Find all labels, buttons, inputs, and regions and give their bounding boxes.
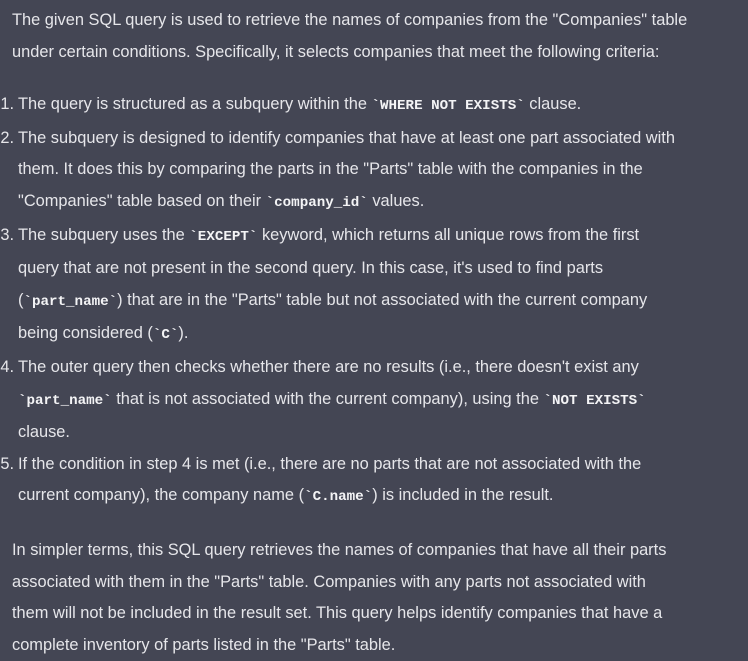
summary-line: complete inventory of parts listed in th… [12,635,396,654]
list-number: 1. [0,95,14,114]
item-text: The subquery uses the [18,225,190,244]
assistant-message: The given SQL query is used to retrieve … [0,5,748,661]
item-text: The subquery is designed to identify com… [18,128,675,147]
intro-line: The given SQL query is used to retrieve … [12,11,688,29]
inline-code: `C` [152,327,179,344]
list-number: 3. [0,225,14,244]
item-text: values. [367,191,425,210]
item-text: query that are not present in the second… [18,259,604,278]
item-text: that is not associated with the current … [111,389,544,408]
summary-line: In simpler terms, this SQL query retriev… [12,540,667,559]
summary-line: associated with them in the "Parts" tabl… [12,572,646,591]
list-item: 5. If the condition in step 4 is met (i.e… [0,449,748,514]
item-text: If the condition in step 4 is met (i.e.,… [18,454,642,473]
item-text: The query is structured as a subquery wi… [18,95,372,114]
list-item: 4. The outer query then checks whether th… [0,352,748,449]
list-number: 5. [0,454,14,473]
list-number: 4. [0,357,14,376]
inline-code: `C.name` [304,489,373,506]
inline-code: `EXCEPT` [189,228,258,245]
inline-code: `WHERE NOT EXISTS` [371,98,525,115]
item-text: clause. [524,95,582,114]
list-item: 1. The query is structured as a subquery … [0,89,748,123]
summary-line: them will not be included in the result … [12,604,663,623]
inline-code: `part_name` [23,293,118,310]
list-item: 2. The subquery is designed to identify c… [0,123,748,220]
list-item: 3. The subquery uses the `EXCEPT` keyword… [0,220,748,352]
item-text: current company), the company name ( [18,486,305,505]
inline-code: `company_id` [265,194,368,211]
inline-code: `NOT EXISTS` [543,392,646,409]
intro-line: under certain conditions. Specifically, … [12,42,660,61]
criteria-list: 1. The query is structured as a subquery … [0,89,748,514]
item-text: clause. [18,423,70,442]
intro-paragraph: The given SQL query is used to retrieve … [12,5,748,68]
item-text: keyword, which returns all unique rows f… [257,225,640,244]
item-text: "Companies" table based on their [18,191,266,210]
list-number: 2. [0,128,14,147]
item-text: ) that are in the "Parts" table but not … [117,290,648,309]
inline-code: `part_name` [18,392,112,409]
item-text: ) is included in the result. [372,486,554,505]
item-text: being considered ( [18,324,153,343]
item-text: ). [178,324,189,343]
item-text: them. It does this by comparing the part… [18,160,643,179]
item-text: The outer query then checks whether ther… [18,357,639,376]
summary-paragraph: In simpler terms, this SQL query retriev… [12,535,748,661]
